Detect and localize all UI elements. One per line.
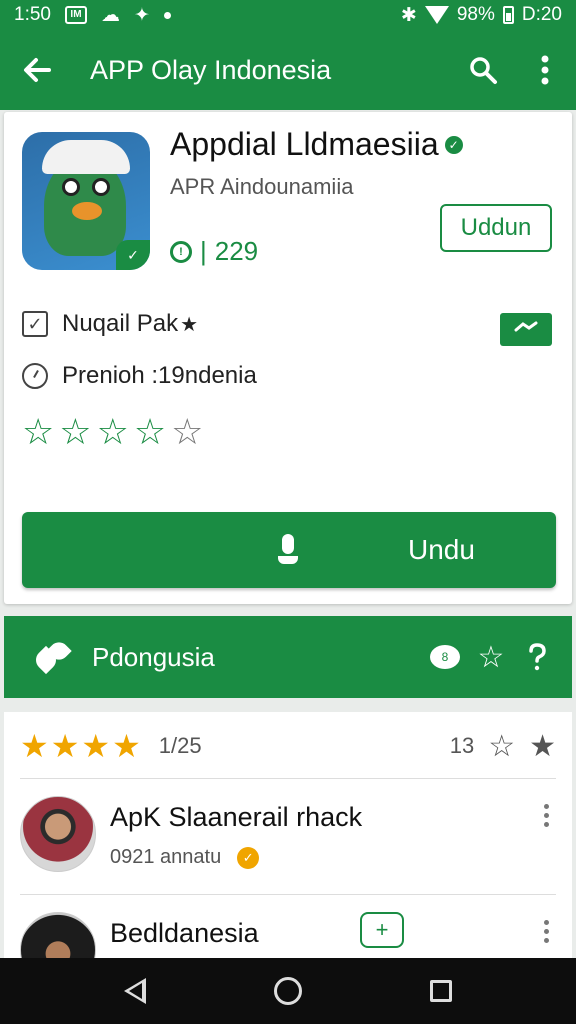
hand-icon-base bbox=[278, 556, 298, 564]
app-bar: APP Olay Indonesia bbox=[0, 30, 576, 110]
checkbox-icon[interactable]: ✓ bbox=[22, 311, 48, 337]
review-author: Bedldanesia bbox=[110, 918, 259, 948]
reviews-score: 1/25 bbox=[158, 733, 202, 758]
search-icon[interactable] bbox=[452, 30, 514, 110]
star-filled-icon[interactable]: ☆ bbox=[134, 412, 166, 452]
status-bar: 1:50 IM ☁ ✦ ✱ 98% D:20 bbox=[0, 0, 576, 30]
system-nav-bar bbox=[0, 958, 576, 1024]
rating-stars[interactable]: ☆ ☆ ☆ ☆ ☆ bbox=[22, 412, 203, 452]
app-icon-badge: ✓ bbox=[116, 240, 150, 270]
info-row-2-label: Prenioh :19ndenia bbox=[62, 362, 257, 389]
nav-recents-icon[interactable] bbox=[430, 980, 452, 1002]
battery-icon bbox=[502, 6, 514, 24]
hand-icon-body bbox=[282, 534, 294, 554]
app-bar-title: APP Olay Indonesia bbox=[90, 54, 332, 85]
app-count-value: 229 bbox=[214, 236, 259, 266]
help-icon[interactable] bbox=[514, 616, 560, 698]
pin-notification-icon: ✦ bbox=[133, 4, 150, 26]
star-filled-icon[interactable]: ★ bbox=[529, 729, 556, 764]
item-menu-icon[interactable] bbox=[536, 804, 556, 827]
info-ring-icon: ! bbox=[170, 240, 192, 263]
clock-icon bbox=[22, 363, 48, 389]
app-count: ! | 229 bbox=[170, 236, 258, 267]
gold-stars: ★★★★ bbox=[20, 728, 143, 764]
list-item[interactable]: ApK Slaanerail rhack 0921 annatu ✓ bbox=[20, 796, 556, 886]
bluetooth-icon: ✱ bbox=[400, 4, 417, 26]
more-notifications-icon bbox=[163, 11, 171, 19]
verified-icon: ✓ bbox=[444, 135, 463, 154]
app-developer: APR Aindounamiia bbox=[170, 174, 354, 199]
divider bbox=[20, 778, 556, 779]
count-separator: | bbox=[200, 236, 207, 266]
review-subtitle: 0921 annatu ✓ bbox=[110, 846, 260, 869]
reviews-summary: ★★★★ 1/25 13 ☆ ★ bbox=[20, 726, 556, 766]
add-icon[interactable]: + bbox=[360, 912, 404, 948]
item-menu-icon[interactable] bbox=[536, 920, 556, 943]
wifi-icon bbox=[424, 6, 449, 24]
star-outline-icon[interactable]: ☆ bbox=[488, 729, 515, 764]
star-filled-icon[interactable]: ☆ bbox=[97, 412, 129, 452]
status-time: 1:50 bbox=[14, 4, 51, 25]
outline-action-button[interactable]: Uddun bbox=[440, 204, 552, 252]
mascot-hat bbox=[42, 140, 130, 174]
app-icon: ✓ bbox=[22, 132, 150, 270]
app-name: Appdial Lldmaesiia ✓ bbox=[170, 126, 463, 163]
info-row-2: Prenioh :19ndenia bbox=[22, 362, 257, 390]
leaf-logo-icon bbox=[31, 638, 72, 676]
hand-icon bbox=[278, 534, 298, 566]
nav-back-icon[interactable] bbox=[124, 978, 146, 1004]
info-row-1[interactable]: ✓ Nuqail Pak ★ bbox=[22, 310, 198, 338]
chat-bubble: 8 bbox=[430, 645, 460, 669]
info-row-1-label: Nuqail Pak bbox=[62, 310, 179, 337]
green-tag-button[interactable] bbox=[500, 313, 552, 346]
review-author: ApK Slaanerail rhack bbox=[110, 802, 363, 832]
reviews-count: 13 bbox=[449, 733, 475, 758]
install-button-label: Undu bbox=[408, 534, 475, 565]
back-arrow-icon[interactable] bbox=[0, 30, 74, 110]
review-subtitle-text: 0921 annatu bbox=[110, 846, 222, 868]
section-header-bar: Pdongusia 8 ☆ bbox=[4, 616, 572, 698]
star-filled-icon[interactable]: ☆ bbox=[22, 412, 54, 452]
small-star-icon: ★ bbox=[180, 313, 198, 336]
nav-home-icon[interactable] bbox=[274, 977, 302, 1005]
section-title: Pdongusia bbox=[92, 641, 215, 672]
divider bbox=[20, 894, 556, 895]
status-clock-right: D:20 bbox=[521, 4, 562, 25]
cloud-notification-icon: ☁ bbox=[100, 4, 120, 26]
star-filled-icon[interactable]: ☆ bbox=[59, 412, 91, 452]
chat-icon[interactable]: 8 bbox=[422, 616, 468, 698]
app-detail-card: ✓ Appdial Lldmaesiia ✓ APR Aindounamiia … bbox=[4, 112, 572, 604]
mascot-beak bbox=[72, 202, 102, 220]
install-button[interactable]: Undu bbox=[22, 512, 556, 588]
star-outline-icon[interactable]: ☆ bbox=[468, 616, 514, 698]
reviews-list: ★★★★ 1/25 13 ☆ ★ ApK Slaanerail rhack 09… bbox=[4, 712, 572, 988]
avatar bbox=[20, 796, 96, 872]
overflow-menu-icon[interactable] bbox=[514, 30, 576, 110]
mascot-eye-right bbox=[92, 178, 110, 196]
star-empty-icon[interactable]: ☆ bbox=[171, 412, 203, 452]
mascot-eye-left bbox=[62, 178, 80, 196]
photo-notification-icon: IM bbox=[64, 6, 87, 24]
app-name-text: Appdial Lldmaesiia bbox=[170, 126, 439, 162]
verified-gold-icon: ✓ bbox=[237, 846, 260, 869]
battery-percent: 98% bbox=[456, 4, 495, 25]
